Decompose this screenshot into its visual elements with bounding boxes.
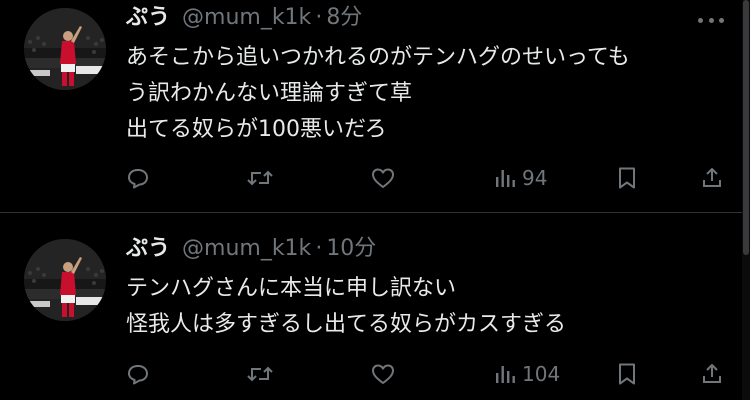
display-name[interactable]: ぷう: [126, 4, 170, 32]
share-button[interactable]: [700, 164, 724, 192]
tweet-text: あそこから追いつかれるのがテンハグのせいっても う訳わかんない理論すぎて草 出て…: [126, 40, 736, 148]
bookmark-button[interactable]: [616, 360, 638, 388]
heart-icon: [372, 168, 394, 188]
avatar[interactable]: [24, 239, 106, 321]
retweet-icon: [247, 170, 273, 186]
retweet-button[interactable]: [246, 360, 274, 388]
handle[interactable]: @mum_k1k: [182, 235, 311, 263]
separator-dot: ·: [315, 236, 323, 261]
timestamp[interactable]: 8分: [326, 4, 362, 32]
action-bar: 104: [126, 360, 726, 388]
share-button[interactable]: [700, 360, 724, 388]
retweet-icon: [247, 366, 273, 382]
reply-button[interactable]: [126, 164, 150, 192]
tweet-text-line: テンハグさんに本当に申し訳ない: [126, 276, 457, 301]
like-button[interactable]: [370, 360, 396, 388]
reply-icon: [128, 169, 148, 189]
share-icon: [703, 364, 721, 383]
views-icon: [496, 366, 515, 383]
avatar[interactable]: [24, 8, 106, 90]
tweet-text-line: あそこから追いつかれるのがテンハグのせいっても: [126, 45, 630, 70]
reply-button[interactable]: [126, 360, 150, 388]
heart-icon: [372, 364, 394, 384]
display-name[interactable]: ぷう: [126, 235, 170, 263]
views-button[interactable]: 94: [494, 164, 547, 192]
like-button[interactable]: [370, 164, 396, 192]
handle[interactable]: @mum_k1k: [182, 4, 311, 32]
tweet-text-line: 怪我人は多すぎるし出てる奴らがカスすぎる: [126, 312, 567, 337]
scrollbar[interactable]: [742, 0, 750, 400]
bookmark-icon: [619, 167, 635, 189]
tweet-header: ぷう @mum_k1k · 8分: [126, 4, 362, 32]
bookmark-button[interactable]: [616, 164, 638, 192]
tweet-text-line: 出てる奴らが100悪いだろ: [126, 117, 387, 142]
views-count: 104: [522, 362, 561, 386]
tweet[interactable]: ぷう @mum_k1k · 10分 テンハグさんに本当に申し訳ない 怪我人は多す…: [0, 213, 742, 400]
views-button[interactable]: 104: [494, 360, 560, 388]
more-icon[interactable]: [698, 9, 724, 31]
scrollbar-thumb[interactable]: [743, 0, 749, 255]
separator-dot: ·: [315, 5, 323, 30]
tweet-header: ぷう @mum_k1k · 10分: [126, 235, 376, 263]
views-icon: [496, 170, 515, 187]
avatar-player-photo: [24, 8, 106, 90]
tweet-text: テンハグさんに本当に申し訳ない 怪我人は多すぎるし出てる奴らがカスすぎる: [126, 271, 736, 343]
avatar-player-photo: [24, 239, 106, 321]
tweet-text-line: う訳わかんない理論すぎて草: [126, 81, 413, 106]
retweet-button[interactable]: [246, 164, 274, 192]
action-bar: 94: [126, 164, 726, 192]
bookmark-icon: [619, 363, 635, 385]
tweet[interactable]: ぷう @mum_k1k · 8分 あそこから追いつかれるのがテンハグのせいっても…: [0, 0, 742, 212]
views-count: 94: [522, 166, 548, 190]
share-icon: [703, 168, 721, 187]
reply-icon: [128, 365, 148, 385]
timestamp[interactable]: 10分: [326, 235, 376, 263]
